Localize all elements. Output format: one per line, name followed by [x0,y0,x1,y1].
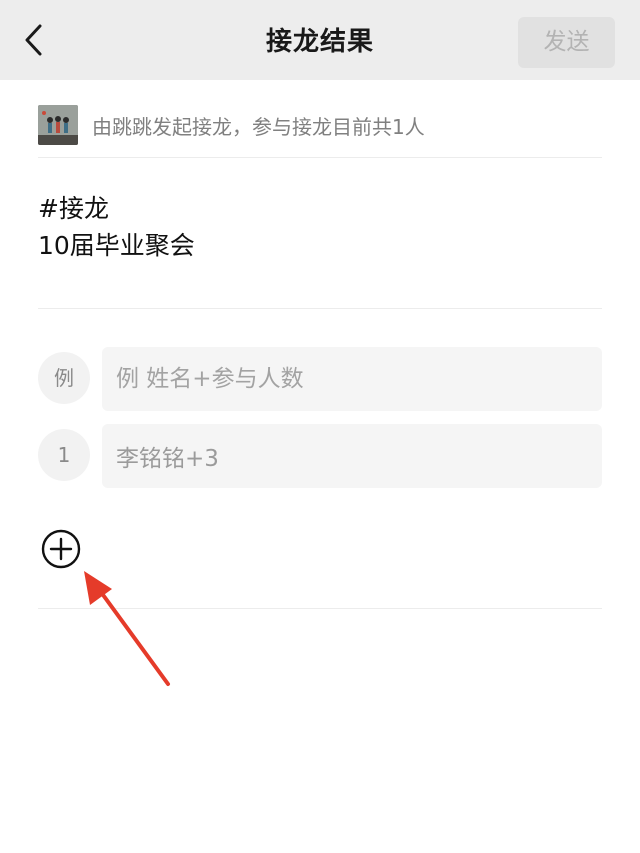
creator-info: 由跳跳发起接龙，参与接龙目前共1人 [38,105,602,145]
entry-input[interactable] [102,424,602,488]
top-nav-bar: 接龙结果 发送 [0,0,640,80]
description-hashtag: #接龙 [38,194,109,223]
entry-index: 1 [38,429,90,481]
divider [38,608,602,609]
solitaire-description[interactable]: #接龙 10届毕业聚会 [38,190,598,264]
send-button[interactable]: 发送 [518,17,615,68]
entry-row: 1 [38,424,602,488]
entry-row-example: 例 [38,347,602,411]
divider [38,308,602,309]
description-title: 10届毕业聚会 [38,231,195,260]
entry-input[interactable] [102,347,602,411]
entry-index: 例 [38,352,90,404]
creator-summary: 由跳跳发起接龙，参与接龙目前共1人 [92,114,425,139]
divider [38,157,602,158]
avatar[interactable] [38,105,78,145]
plus-circle-icon [41,529,81,569]
add-entry-button[interactable] [41,529,81,569]
